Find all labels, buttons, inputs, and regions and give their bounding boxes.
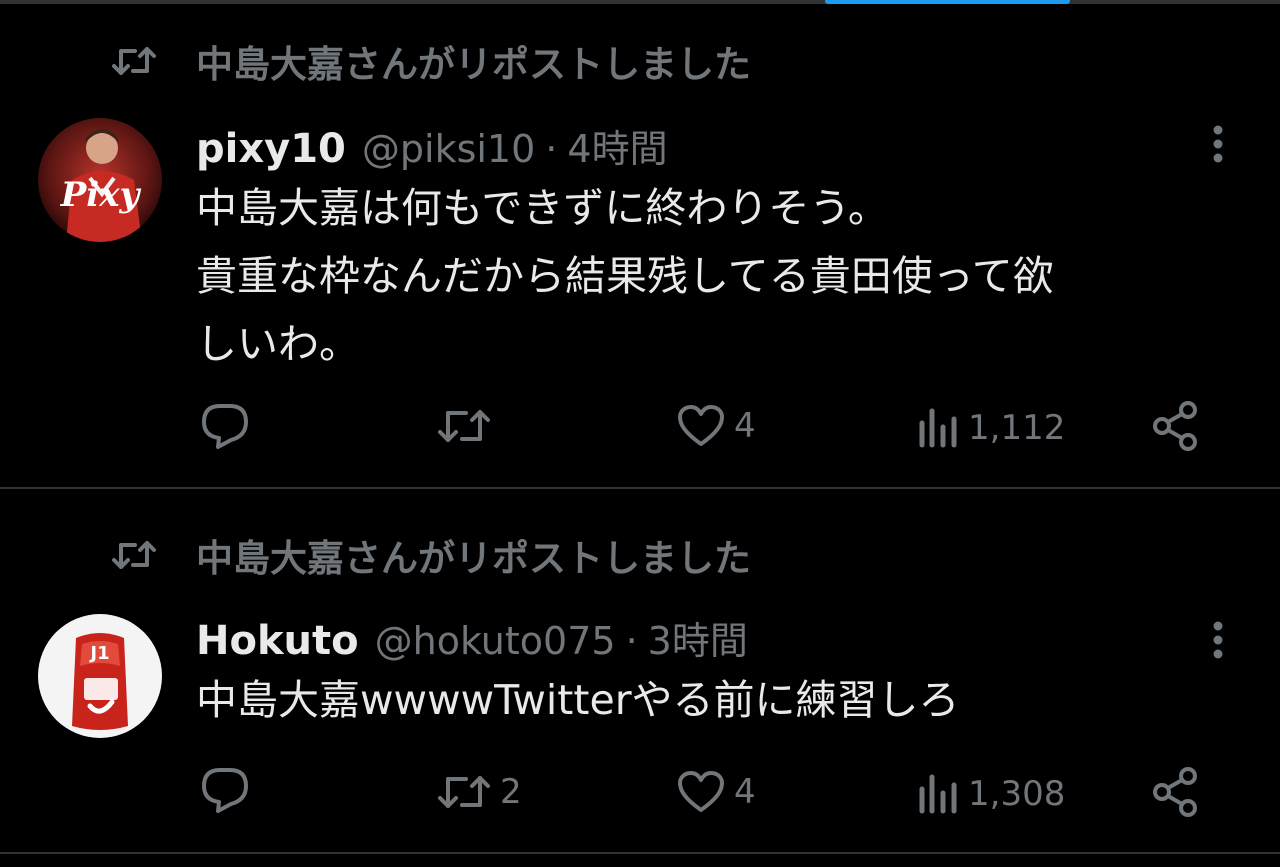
share-icon — [1153, 767, 1197, 817]
more-button[interactable] — [1198, 614, 1238, 666]
tweet-text: 中島大嘉wwwwTwitterやる前に練習しろ — [196, 666, 1256, 734]
views-count: 1,112 — [968, 408, 1066, 448]
repost-button[interactable] — [436, 398, 500, 454]
heart-icon — [678, 771, 724, 812]
avatar[interactable]: Pixy — [38, 118, 162, 242]
reply-button[interactable] — [198, 762, 260, 818]
share-icon — [1153, 401, 1197, 451]
avatar-logo-text: J1 — [88, 643, 109, 664]
handle[interactable]: @piksi10 — [362, 127, 535, 171]
share-button[interactable] — [1152, 764, 1200, 820]
views-button[interactable]: 1,308 — [916, 766, 1065, 822]
like-count: 4 — [734, 406, 756, 446]
tweet-header: Hokuto @hokuto075 · 3時間 — [196, 610, 748, 664]
repost-icon — [438, 776, 490, 808]
repost-icon — [438, 410, 490, 442]
handle[interactable]: @hokuto075 — [375, 619, 616, 663]
display-name[interactable]: pixy10 — [196, 126, 346, 172]
repost-icon — [108, 537, 160, 573]
repost-context: 中島大嘉さんがリポストしました — [108, 530, 751, 580]
avatar-logo-text: Pixy — [60, 175, 142, 215]
tweet-text: 中島大嘉は何もできずに終わりそう。 貴重な枠なんだから結果残してる貴田使って欲 … — [196, 174, 1256, 378]
views-chart-icon — [919, 408, 957, 448]
timestamp[interactable]: 4時間 — [567, 118, 667, 173]
like-count: 4 — [734, 772, 756, 812]
timestamp[interactable]: 3時間 — [648, 610, 748, 665]
views-count: 1,308 — [968, 774, 1066, 814]
tweet-divider — [0, 487, 1280, 489]
tweet[interactable]: 中島大嘉さんがリポストしました Pixy pixy10 @piksi10 · 4… — [0, 0, 1280, 488]
repost-count: 2 — [500, 772, 522, 812]
views-chart-icon — [919, 774, 957, 814]
separator-dot: · — [545, 127, 558, 171]
reply-button[interactable] — [198, 398, 260, 454]
tweet-text-line: 貴重な枠なんだから結果残してる貴田使って欲 — [196, 252, 1054, 300]
heart-icon — [678, 405, 724, 446]
like-button[interactable]: 4 — [676, 764, 756, 820]
tweet-text-line: 中島大嘉wwwwTwitterやる前に練習しろ — [196, 676, 960, 724]
tweet-header: pixy10 @piksi10 · 4時間 — [196, 118, 668, 172]
tweet-divider — [0, 852, 1280, 854]
more-button[interactable] — [1198, 118, 1238, 170]
like-button[interactable]: 4 — [676, 398, 756, 454]
reply-icon — [202, 768, 248, 813]
share-button[interactable] — [1152, 398, 1200, 454]
separator-dot: · — [625, 619, 638, 663]
more-vertical-icon — [1213, 621, 1223, 659]
avatar[interactable]: J1 — [38, 614, 162, 738]
reply-icon — [202, 404, 248, 449]
repost-button[interactable]: 2 — [436, 764, 522, 820]
views-button[interactable]: 1,112 — [916, 400, 1065, 456]
repost-context: 中島大嘉さんがリポストしました — [108, 36, 751, 86]
more-vertical-icon — [1213, 125, 1223, 163]
repost-icon — [108, 43, 160, 79]
tweet-text-line: 中島大嘉は何もできずに終わりそう。 — [196, 184, 889, 232]
display-name[interactable]: Hokuto — [196, 618, 359, 664]
repost-label: 中島大嘉さんがリポストしました — [196, 43, 751, 86]
tweet-text-line: しいわ。 — [196, 320, 360, 368]
tweet[interactable]: 中島大嘉さんがリポストしました J1 Hokuto @hokuto075 · 3… — [0, 490, 1280, 852]
repost-label: 中島大嘉さんがリポストしました — [196, 537, 751, 580]
